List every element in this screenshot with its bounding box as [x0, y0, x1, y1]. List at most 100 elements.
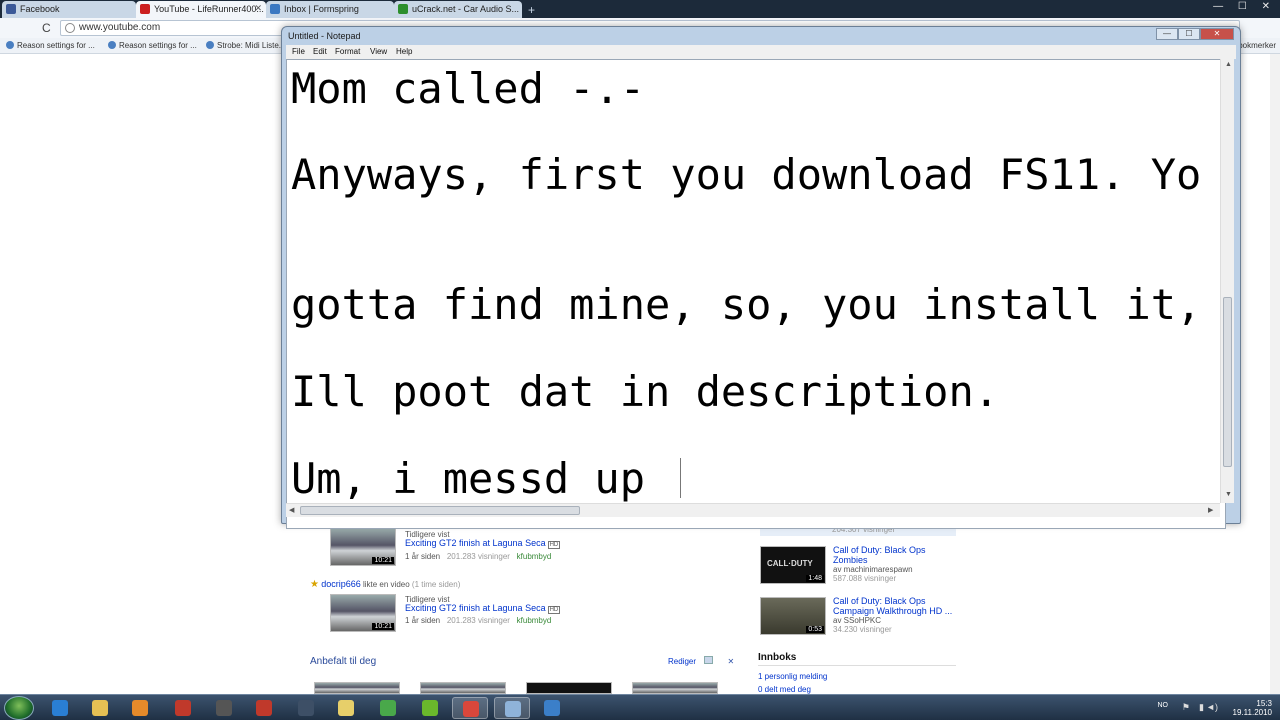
browser-window-controls[interactable]: — ☐ ✕ [1213, 1, 1276, 12]
feed-video-author[interactable]: kfubmbyd [517, 616, 552, 625]
taskbar-button[interactable] [42, 697, 78, 719]
sidebar-video-views: 587.088 visninger [833, 574, 897, 583]
taskbar-button[interactable] [370, 697, 406, 719]
bookmark-item[interactable]: Reason settings for ... [108, 41, 197, 50]
scroll-right-icon[interactable]: ▶ [1208, 506, 1213, 514]
sidebar-video-info: Call of Duty: Black Ops Campaign Walkthr… [833, 596, 953, 634]
taskbar-button[interactable] [122, 697, 158, 719]
language-indicator[interactable]: NO [1158, 702, 1169, 709]
clock-time: 15:3 [1256, 699, 1272, 708]
explorer-icon [92, 700, 108, 716]
inbox-heading: Innboks [758, 652, 797, 663]
taskbar-button[interactable] [494, 697, 530, 719]
spotify-icon [422, 700, 438, 716]
sidebar-video-thumbnail[interactable]: 0:53 [760, 597, 826, 635]
browser-tab-strip: Facebook YouTube - LifeRunner400... ✕ In… [0, 0, 1280, 18]
notepad-horizontal-scrollbar[interactable]: ◀ ▶ [286, 503, 1220, 517]
menu-file[interactable]: File [292, 47, 305, 56]
sidebar-video-title[interactable]: Call of Duty: Black Ops Campaign Walkthr… [833, 596, 953, 616]
vertical-scroll-thumb[interactable] [1223, 297, 1232, 467]
close-tab-icon[interactable]: ✕ [254, 3, 262, 14]
recommended-thumbnail[interactable] [314, 682, 400, 694]
taskbar-button[interactable] [452, 697, 488, 719]
scroll-down-icon[interactable]: ▼ [1225, 491, 1232, 498]
page-scrollbar[interactable] [1270, 54, 1280, 694]
bookmark-icon [108, 41, 116, 49]
inbox-divider [758, 665, 956, 666]
video-duration: 10:21 [372, 557, 394, 564]
recommended-thumbnail[interactable] [420, 682, 506, 694]
recommended-thumbnail[interactable] [526, 682, 612, 694]
steam-icon [298, 700, 314, 716]
menu-edit[interactable]: Edit [313, 47, 327, 56]
feed-video-meta: 1 år siden 201.283 visninger kfubmbyd [405, 552, 552, 561]
globe-icon [65, 23, 75, 33]
feed-video-meta: 1 år siden 201.283 visninger kfubmbyd [405, 616, 552, 625]
menu-format[interactable]: Format [335, 47, 360, 56]
sidebar-video-thumbnail[interactable]: CALL·DUTY 1:48 [760, 546, 826, 584]
scroll-up-icon[interactable]: ▲ [1225, 61, 1232, 68]
video-thumbnail[interactable]: 10:21 [330, 594, 396, 632]
inbox-item[interactable]: 1 personlig melding [758, 672, 827, 681]
volume-icon[interactable]: ◄) [1206, 702, 1218, 712]
youtube-favicon-icon [140, 4, 150, 14]
tab-youtube[interactable]: YouTube - LifeRunner400... ✕ [136, 1, 266, 18]
taskbar-button[interactable] [412, 697, 448, 719]
menu-help[interactable]: Help [396, 47, 412, 56]
feed-video-author[interactable]: kfubmbyd [517, 552, 552, 561]
feed-video-title[interactable]: Exciting GT2 finish at Laguna Seca [405, 538, 546, 548]
taskbar-button[interactable] [82, 697, 118, 719]
menu-view[interactable]: View [370, 47, 387, 56]
taskbar-button[interactable] [328, 697, 364, 719]
taskbar-button[interactable] [534, 697, 570, 719]
bookmark-item[interactable]: Strobe: Midi Liste... [206, 41, 285, 50]
feed-liker[interactable]: docrip666 [321, 579, 361, 589]
start-button[interactable] [4, 696, 34, 720]
text-line: Ill poot dat in description. [291, 367, 1000, 416]
notepad-vertical-scrollbar[interactable]: ▲ ▼ [1220, 59, 1234, 503]
horizontal-scroll-thumb[interactable] [300, 506, 580, 515]
bookmark-item[interactable]: Reason settings for ... [6, 41, 95, 50]
notepad-window: Untitled - Notepad — ☐ ✕ File Edit Forma… [281, 26, 1241, 529]
bookmark-icon [206, 41, 214, 49]
feed-video-title[interactable]: Exciting GT2 finish at Laguna Seca [405, 603, 546, 613]
text-line: Mom called -.- [291, 64, 646, 113]
tab-ucrack[interactable]: uCrack.net - Car Audio S... [394, 1, 522, 18]
recommended-edit-link[interactable]: Rediger [668, 657, 696, 666]
tab-formspring[interactable]: Inbox | Formspring [266, 1, 394, 18]
close-button[interactable]: ✕ [1200, 28, 1234, 40]
tab-formspring-label: Inbox | Formspring [284, 4, 359, 14]
maximize-button[interactable]: ☐ [1178, 28, 1200, 40]
clock[interactable]: 15:3 19.11.2010 [1233, 699, 1272, 717]
taskbar-button[interactable] [165, 697, 201, 719]
taskbar-button[interactable] [246, 697, 282, 719]
scroll-left-icon[interactable]: ◀ [289, 506, 294, 514]
acrobat-icon [256, 700, 272, 716]
text-line: Um, i messd up [291, 454, 671, 503]
flag-icon[interactable]: ⚑ [1182, 702, 1190, 713]
recommended-edit-row: Rediger ✕ [668, 656, 734, 666]
network-icon[interactable]: ▮ [1199, 702, 1204, 713]
minimize-button[interactable]: — [1156, 28, 1178, 40]
taskbar-button[interactable] [206, 697, 242, 719]
ucrack-favicon-icon [398, 4, 408, 14]
collapse-icon[interactable] [704, 656, 714, 664]
sidebar-video-title[interactable]: Call of Duty: Black Ops Zombies [833, 545, 953, 565]
notepad-text-area[interactable]: Mom called -.- Anyways, first you downlo… [286, 59, 1226, 529]
text-line: Anyways, first you download FS11. Yo [291, 150, 1202, 199]
new-tab-button[interactable]: + [528, 3, 535, 17]
clock-date: 19.11.2010 [1232, 708, 1272, 717]
inbox-item[interactable]: 0 delt med deg [758, 685, 811, 694]
reload-icon[interactable]: C [42, 21, 51, 35]
notepad-title: Untitled - Notepad [288, 31, 361, 41]
messenger-icon [380, 700, 396, 716]
app-red-icon [175, 700, 191, 716]
tab-facebook[interactable]: Facebook [2, 1, 136, 18]
recommended-thumbnail[interactable] [632, 682, 718, 694]
text-line: gotta find mine, so, you install it, [291, 280, 1202, 329]
close-icon[interactable]: ✕ [727, 657, 734, 666]
video-duration: 10:21 [372, 623, 394, 630]
video-thumbnail[interactable]: 10:21 [330, 528, 396, 566]
facebook-favicon-icon [6, 4, 16, 14]
taskbar-button[interactable] [288, 697, 324, 719]
